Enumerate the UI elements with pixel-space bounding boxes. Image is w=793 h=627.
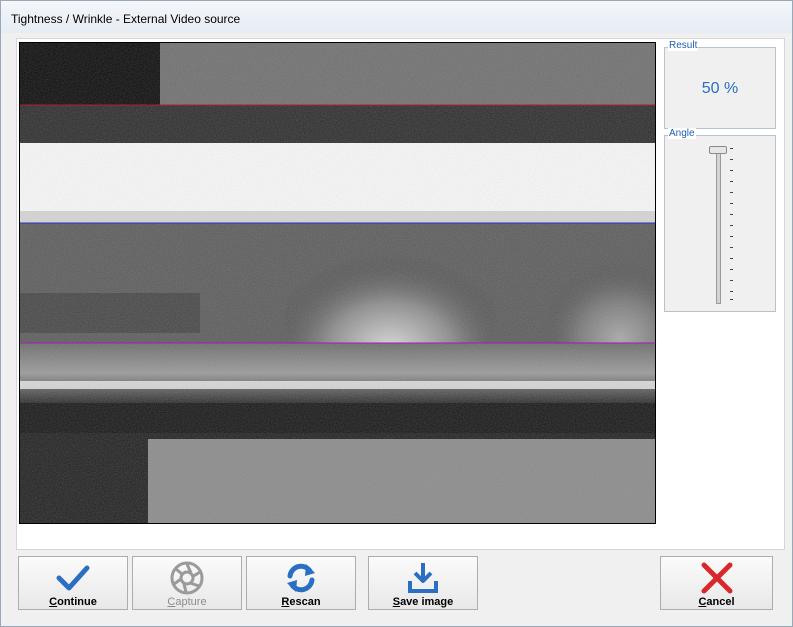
result-group: Result 50 % (664, 40, 776, 129)
download-icon (369, 561, 477, 595)
result-value: 50 % (701, 80, 739, 97)
slider-tick (730, 269, 733, 270)
slider-tick (730, 299, 733, 300)
content-panel: Result 50 % Angle (16, 38, 785, 550)
angle-slider-track[interactable] (716, 152, 721, 304)
result-label: Result (668, 40, 699, 51)
angle-label: Angle (668, 128, 696, 139)
slider-tick (730, 148, 733, 149)
slider-tick (730, 170, 733, 171)
slider-tick (730, 214, 733, 215)
slider-tick (730, 258, 733, 259)
slider-tick (730, 203, 733, 204)
slider-tick (730, 159, 733, 160)
slider-tick (730, 225, 733, 226)
video-frame (20, 43, 655, 523)
aperture-icon (133, 561, 241, 595)
button-bar: Continue Capture Rescan Save image Cance… (10, 547, 783, 618)
dialog-client: Result 50 % Angle Continue Capture Resca… (10, 34, 785, 618)
capture-button[interactable]: Capture (132, 556, 242, 610)
continue-button[interactable]: Continue (18, 556, 128, 610)
cancel-button[interactable]: Cancel (660, 556, 773, 610)
save-image-label: Save image (392, 596, 454, 608)
title-bar[interactable]: Tightness / Wrinkle - External Video sou… (1, 1, 792, 33)
slider-tick (730, 291, 733, 292)
close-icon (661, 561, 772, 595)
checkmark-icon (19, 561, 127, 595)
slider-tick (730, 192, 733, 193)
slider-tick (730, 181, 733, 182)
slider-tick (730, 280, 733, 281)
slider-tick (730, 236, 733, 237)
continue-label: Continue (49, 596, 97, 608)
window-title: Tightness / Wrinkle - External Video sou… (11, 12, 241, 26)
angle-slider-thumb[interactable] (709, 146, 727, 154)
dialog-window: Tightness / Wrinkle - External Video sou… (0, 0, 793, 627)
video-preview (19, 42, 656, 524)
refresh-icon (247, 561, 355, 595)
rescan-button[interactable]: Rescan (246, 556, 356, 610)
angle-group: Angle (664, 128, 776, 312)
capture-label: Capture (167, 596, 207, 608)
save-image-button[interactable]: Save image (368, 556, 478, 610)
rescan-label: Rescan (281, 596, 321, 608)
slider-tick (730, 247, 733, 248)
cancel-label: Cancel (698, 596, 735, 608)
